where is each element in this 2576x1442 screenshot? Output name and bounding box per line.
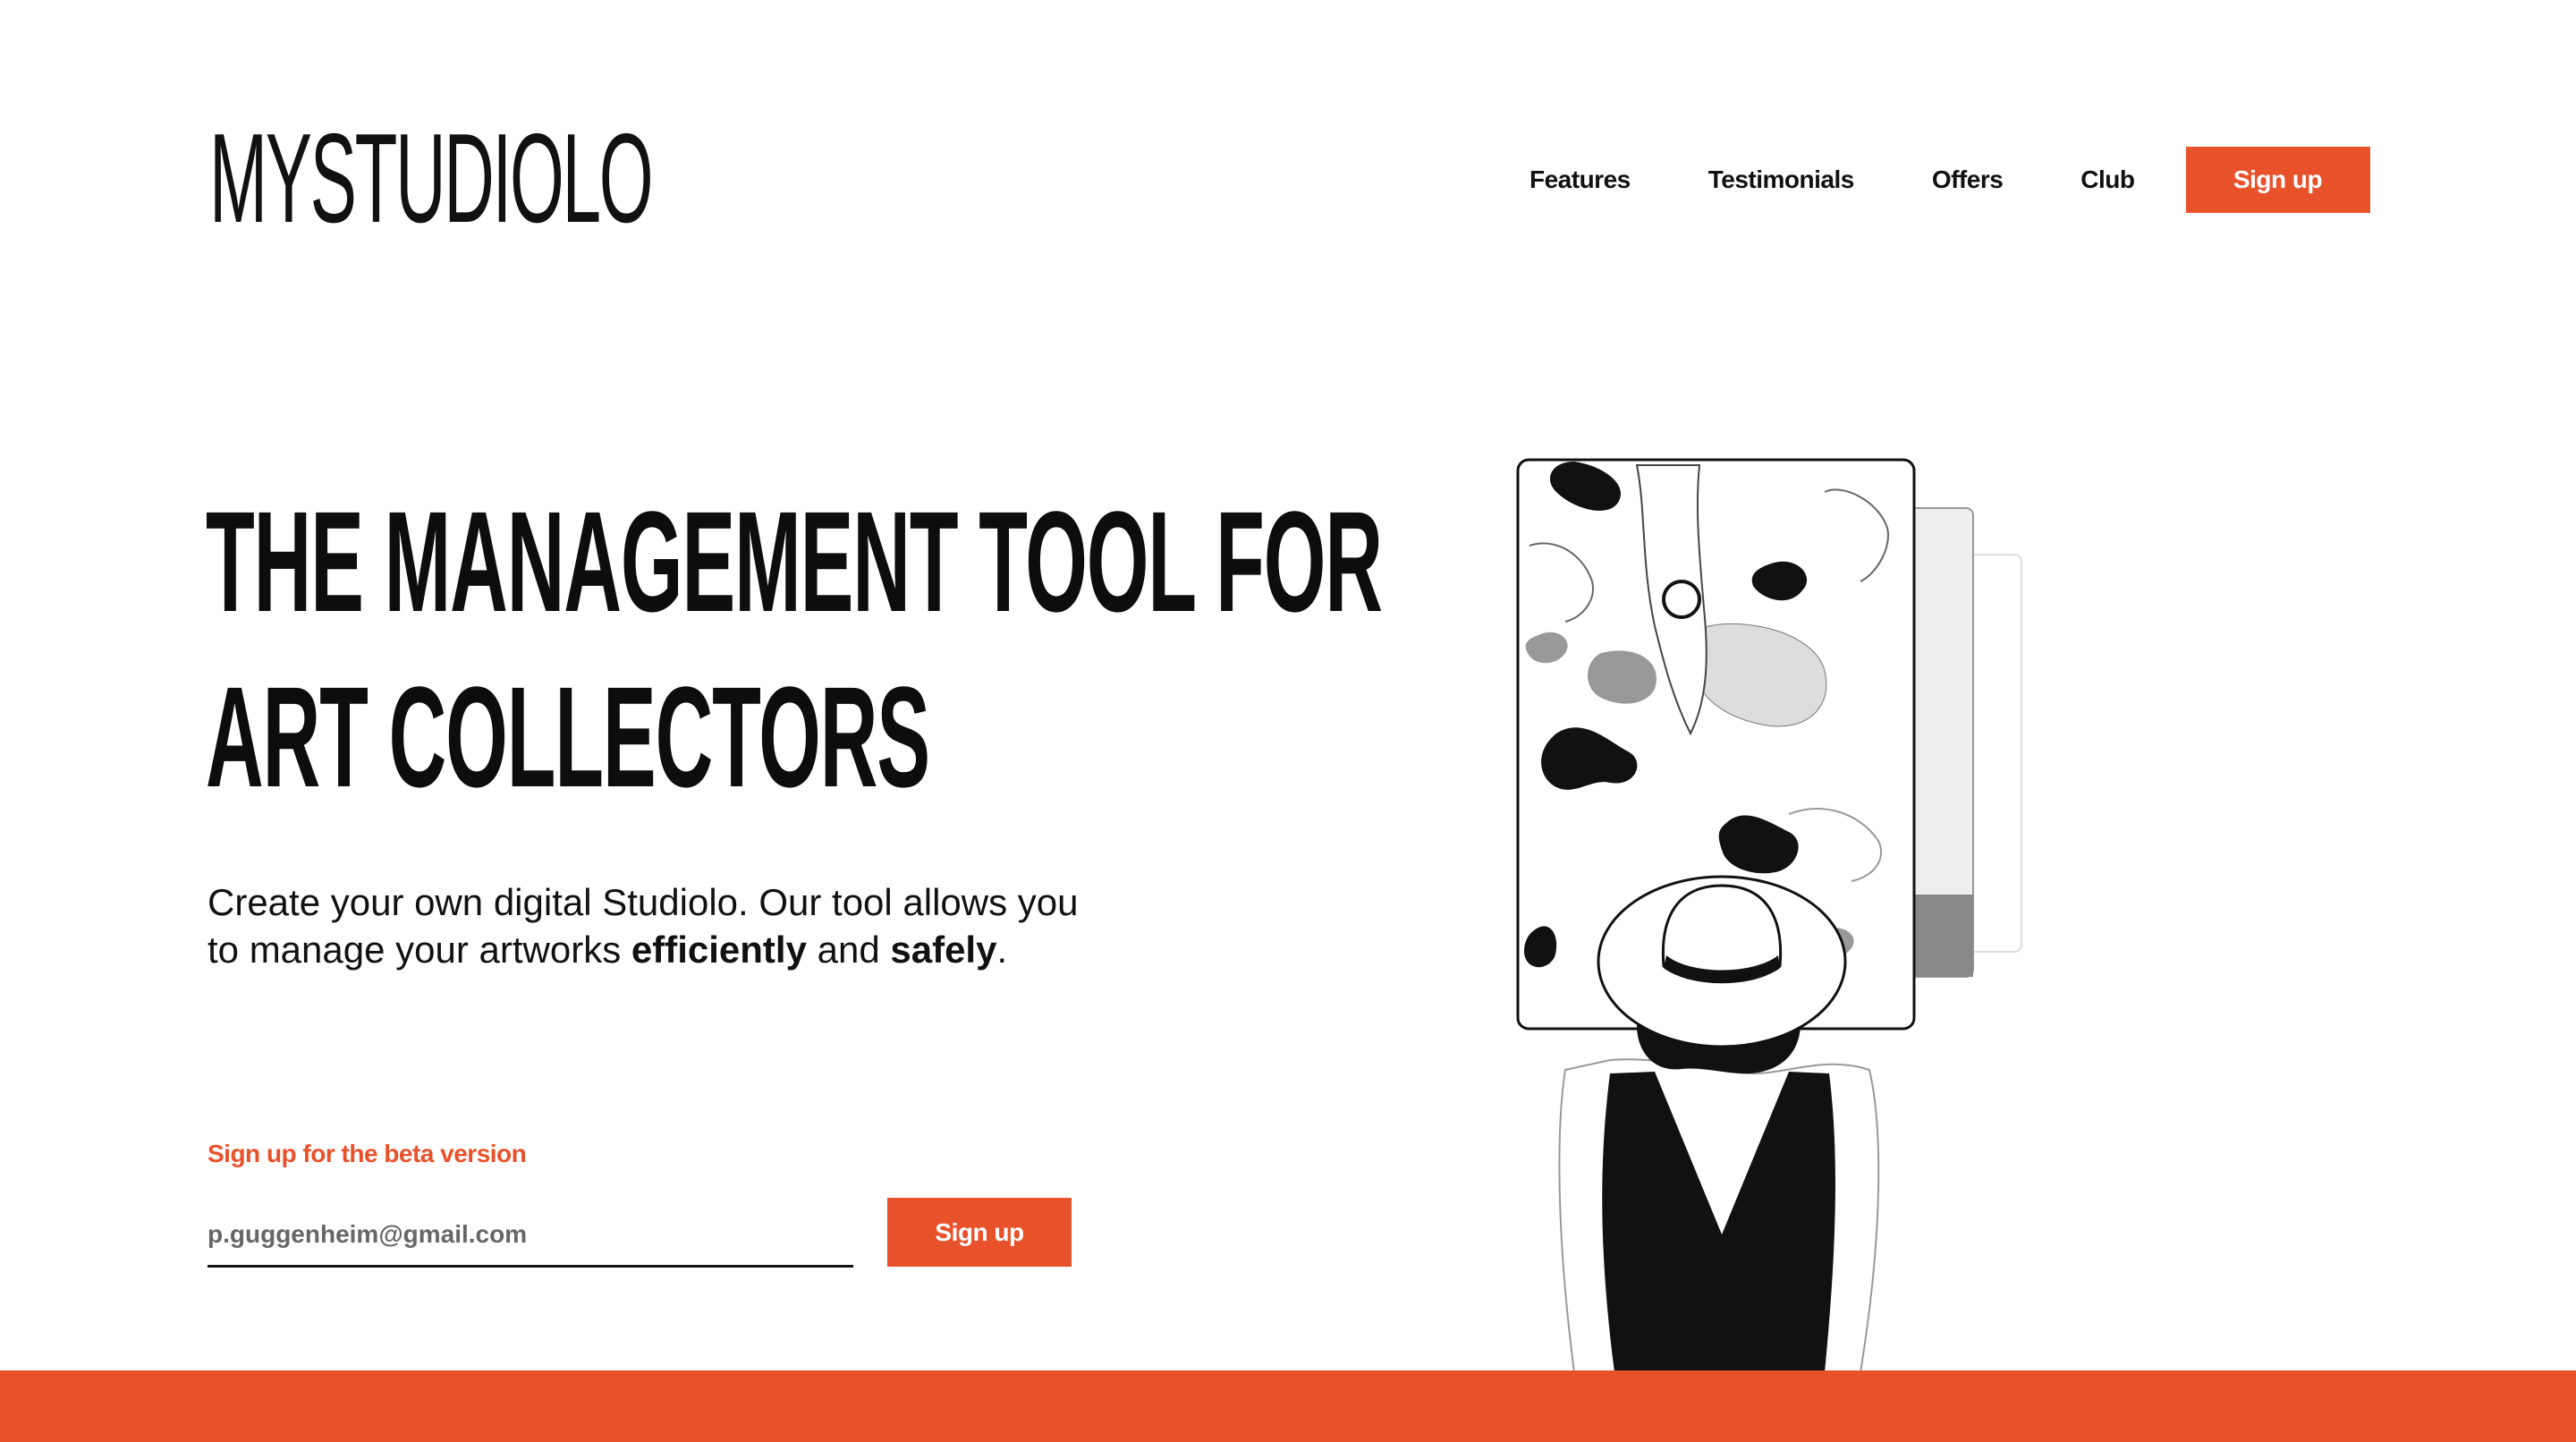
main-nav: Features Testimonials Offers Club Sign u… <box>1530 147 2370 213</box>
back-card-2 <box>1967 554 2022 953</box>
email-input[interactable] <box>208 1204 853 1268</box>
beta-signup-button[interactable]: Sign up <box>887 1198 1072 1267</box>
hero-headline-line1: THE MANAGEMENT TOOL FOR <box>206 481 1383 641</box>
beta-signup-label: Sign up for the beta version <box>208 1140 527 1167</box>
nav-testimonials[interactable]: Testimonials <box>1708 165 1855 194</box>
person-figure <box>1558 875 1880 1372</box>
hero-illustration <box>1516 458 2022 1372</box>
nav-features[interactable]: Features <box>1530 165 1631 194</box>
lead-text-3: . <box>996 929 1008 971</box>
nav-offers[interactable]: Offers <box>1932 165 2004 194</box>
hero-headline-line2: ART COLLECTORS <box>206 657 930 817</box>
nav-club[interactable]: Club <box>2080 165 2135 194</box>
lead-bold-safely: safely <box>890 929 997 971</box>
nav-signup-button[interactable]: Sign up <box>2185 147 2370 213</box>
lead-bold-efficiently: efficiently <box>631 929 807 971</box>
lead-text-2: and <box>806 929 891 971</box>
footer-accent-bar <box>0 1370 2576 1442</box>
hero-headline: THE MANAGEMENT TOOL FOR ART COLLECTORS <box>206 474 1383 825</box>
hero-lead: Create your own digital Studiolo. Our to… <box>208 878 1084 973</box>
logo[interactable]: MYSTUDIOLO <box>209 115 654 242</box>
